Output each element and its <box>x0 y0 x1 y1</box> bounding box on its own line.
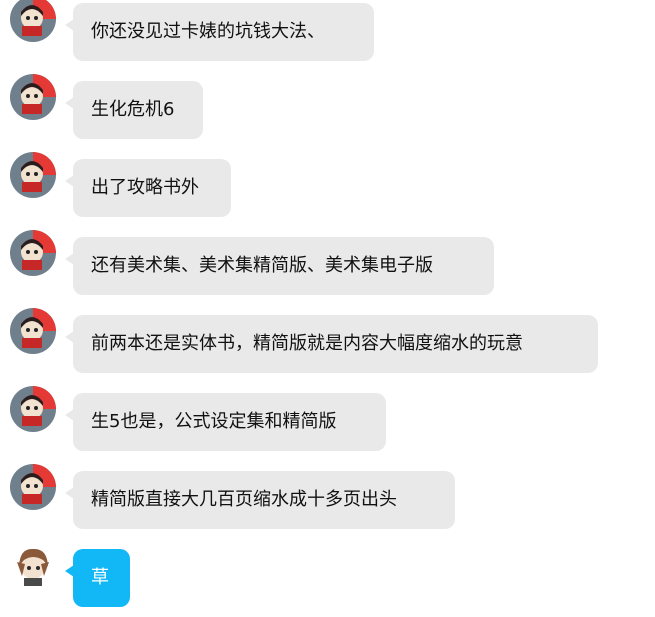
avatar-icon <box>10 152 56 198</box>
message-bubble[interactable]: 你还没见过卡婊的坑钱大法、 <box>65 3 374 61</box>
avatar[interactable] <box>10 74 56 120</box>
avatar[interactable] <box>10 152 56 198</box>
avatar[interactable] <box>10 386 56 432</box>
avatar-icon <box>10 464 56 510</box>
avatar-icon <box>10 230 56 276</box>
avatar[interactable] <box>10 230 56 276</box>
avatar-icon <box>10 308 56 354</box>
avatar[interactable] <box>10 542 56 588</box>
message-bubble[interactable]: 生5也是，公式设定集和精简版 <box>65 393 386 451</box>
avatar[interactable] <box>10 308 56 354</box>
message-bubble[interactable]: 出了攻略书外 <box>65 159 231 217</box>
message-bubble[interactable]: 生化危机6 <box>65 81 203 139</box>
avatar[interactable] <box>10 0 56 42</box>
avatar-icon <box>10 542 56 588</box>
message-bubble[interactable]: 前两本还是实体书，精简版就是内容大幅度缩水的玩意 <box>65 315 598 373</box>
message-bubble[interactable]: 草 <box>65 549 130 607</box>
avatar-icon <box>10 0 56 42</box>
avatar-icon <box>10 74 56 120</box>
avatar-icon <box>10 386 56 432</box>
message-bubble[interactable]: 还有美术集、美术集精简版、美术集电子版 <box>65 237 494 295</box>
message-bubble[interactable]: 精简版直接大几百页缩水成十多页出头 <box>65 471 455 529</box>
avatar[interactable] <box>10 464 56 510</box>
